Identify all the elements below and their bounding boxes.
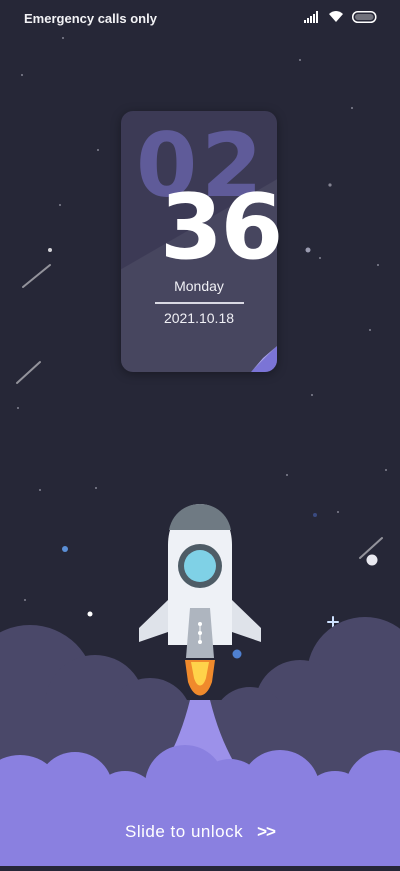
planet-dot: [62, 546, 68, 552]
planet-dot: [313, 513, 317, 517]
clock-weekday: Monday: [174, 278, 224, 294]
battery-icon: [352, 10, 377, 23]
carrier-status-text: Emergency calls only: [24, 11, 157, 26]
slide-to-unlock[interactable]: Slide to unlock >>: [0, 822, 400, 842]
clock-minute: 36: [160, 175, 283, 280]
status-icons: [304, 10, 378, 23]
planet-dot: [232, 649, 242, 659]
unlock-label: Slide to unlock: [125, 822, 244, 841]
wifi-icon: [329, 11, 343, 22]
planet-dot: [305, 247, 311, 253]
status-bar: Emergency calls only: [0, 0, 400, 36]
page-curl-icon: [251, 346, 277, 372]
clock-date: 2021.10.18: [163, 310, 235, 326]
rocket-icon: [139, 504, 261, 696]
planet-dot: [366, 554, 378, 566]
signal-icon: [304, 10, 318, 23]
clock-divider: [155, 302, 244, 304]
unlock-arrows-icon: >>: [257, 822, 276, 841]
planet-dot: [87, 611, 93, 617]
